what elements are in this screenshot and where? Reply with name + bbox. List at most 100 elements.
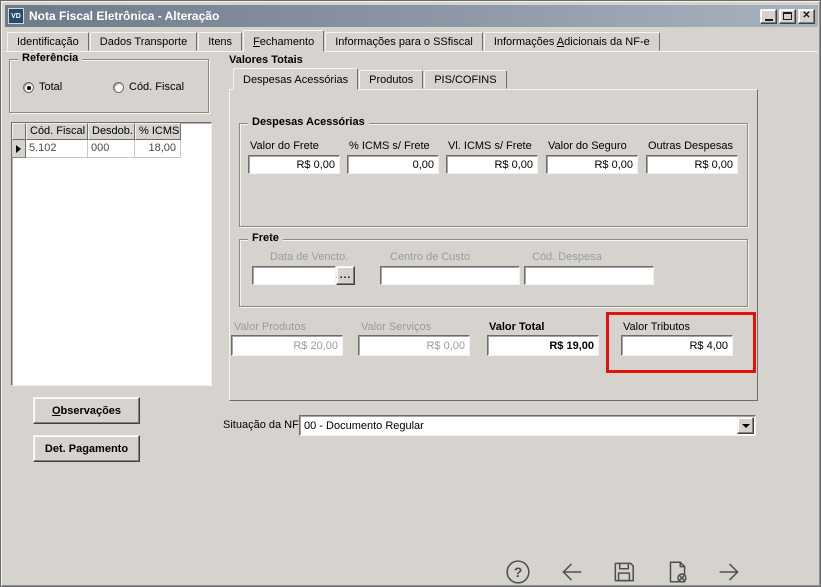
situacao-label: Situação da NF:	[223, 419, 302, 431]
observacoes-label-accel: O	[52, 405, 61, 417]
radio-total-label: Total	[39, 81, 62, 93]
icms-frete-percent-input[interactable]: 0,00	[347, 155, 439, 174]
main-tab-bar: Identificação Dados Transporte Itens Fec…	[7, 30, 661, 51]
valor-seguro-input[interactable]: R$ 0,00	[546, 155, 638, 174]
radio-total[interactable]: Total	[23, 81, 62, 93]
vl-icms-frete-value: R$ 0,00	[494, 159, 533, 171]
icms-frete-percent-label: % ICMS s/ Frete	[349, 140, 430, 152]
tab-label: Informações para o SSfiscal	[335, 36, 473, 48]
vl-icms-frete-input[interactable]: R$ 0,00	[446, 155, 538, 174]
nota-fiscal-window: VD Nota Fiscal Eletrônica - Alteração ✕ …	[0, 0, 821, 587]
cod-despesa-label: Cód. Despesa	[532, 251, 602, 263]
situacao-dropdown-button[interactable]	[737, 417, 754, 434]
data-vencto-picker-button[interactable]: ...	[336, 266, 355, 285]
valor-frete-value: R$ 0,00	[296, 159, 335, 171]
valor-seguro-value: R$ 0,00	[594, 159, 633, 171]
outras-despesas-value: R$ 0,00	[694, 159, 733, 171]
save-button[interactable]	[611, 559, 637, 585]
valor-seguro-label: Valor do Seguro	[548, 140, 627, 152]
tab-itens[interactable]: Itens	[198, 32, 242, 51]
maximize-button[interactable]	[779, 9, 796, 24]
fiscal-grid: Cód. Fiscal Desdob. % ICMS 5.102 000 18,…	[11, 122, 212, 386]
valor-produtos-input: R$ 20,00	[231, 335, 343, 356]
situacao-combobox[interactable]: 00 - Documento Regular	[299, 415, 756, 436]
icms-frete-percent-value: 0,00	[413, 159, 434, 171]
minimize-icon	[765, 19, 773, 21]
det-pagamento-button[interactable]: Det. Pagamento	[33, 435, 140, 462]
valor-tributos-input[interactable]: R$ 4,00	[621, 335, 733, 356]
radio-cod-fiscal[interactable]: Cód. Fiscal	[113, 81, 184, 93]
tab-label-accel: F	[253, 36, 260, 48]
tab-informacoes-adicionais[interactable]: Informações Adicionais da NF-e	[484, 32, 660, 51]
app-icon: VD	[8, 8, 24, 24]
tab-fechamento[interactable]: Fechamento	[243, 30, 324, 52]
maximize-icon	[783, 12, 792, 20]
help-icon: ?	[505, 559, 531, 585]
tab-label: Itens	[208, 36, 232, 48]
subtab-despesas-acessorias[interactable]: Despesas Acessórias	[233, 68, 358, 90]
chevron-down-icon	[742, 424, 750, 428]
grid-row[interactable]: 5.102 000 18,00	[12, 140, 211, 158]
row-selector-icon	[16, 145, 21, 153]
valor-servicos-value: R$ 0,00	[426, 340, 465, 352]
valor-frete-label: Valor do Frete	[250, 140, 319, 152]
grid-header-desdob: Desdob.	[88, 123, 135, 140]
data-vencto-input	[252, 266, 336, 285]
valor-servicos-input: R$ 0,00	[358, 335, 470, 356]
radio-cod-fiscal-label: Cód. Fiscal	[129, 81, 184, 93]
grid-selector-header	[12, 123, 26, 140]
next-button[interactable]	[717, 559, 743, 585]
grid-header-row: Cód. Fiscal Desdob. % ICMS	[12, 123, 211, 140]
tab-identificacao[interactable]: Identificação	[7, 32, 89, 51]
valores-totais-caption: Valores Totais	[229, 54, 303, 66]
observacoes-button[interactable]: Observações	[33, 397, 140, 424]
centro-custo-label: Centro de Custo	[390, 251, 470, 263]
valor-produtos-value: R$ 20,00	[293, 340, 338, 352]
help-button[interactable]: ?	[505, 559, 531, 585]
svg-text:?: ?	[514, 564, 523, 580]
tab-label: Identificação	[17, 36, 79, 48]
window-title: Nota Fiscal Eletrônica - Alteração	[29, 9, 755, 23]
radio-cod-fiscal-icon[interactable]	[113, 82, 124, 93]
valores-sub-tab-bar: Despesas Acessórias Produtos PIS/COFINS	[233, 68, 508, 89]
subtab-produtos[interactable]: Produtos	[359, 70, 423, 89]
valor-total-input[interactable]: R$ 19,00	[487, 335, 599, 356]
grid-cell-cod-fiscal: 5.102	[26, 140, 88, 158]
radio-total-icon[interactable]	[23, 82, 34, 93]
previous-button[interactable]	[558, 559, 584, 585]
tab-informacoes-ssfiscal[interactable]: Informações para o SSfiscal	[325, 32, 483, 51]
ellipsis-icon: ...	[340, 270, 351, 281]
valor-servicos-label: Valor Serviços	[361, 321, 431, 333]
cancel-nfe-button[interactable]	[664, 559, 690, 585]
outras-despesas-input[interactable]: R$ 0,00	[646, 155, 738, 174]
centro-custo-input	[380, 266, 520, 285]
grid-header-icms: % ICMS	[135, 123, 181, 140]
grid-cell-icms: 18,00	[135, 140, 181, 158]
situacao-value: 00 - Documento Regular	[300, 420, 737, 432]
subtab-label: Produtos	[369, 74, 413, 86]
grid-header-cod-fiscal: Cód. Fiscal	[26, 123, 88, 140]
close-button[interactable]: ✕	[798, 9, 815, 24]
arrow-left-icon	[558, 559, 584, 585]
subtab-label: Despesas Acessórias	[243, 74, 348, 86]
save-icon	[611, 559, 637, 585]
tab-dados-transporte[interactable]: Dados Transporte	[90, 32, 197, 51]
referencia-caption: Referência	[18, 52, 82, 64]
data-vencto-label: Data de Vencto.	[270, 251, 348, 263]
close-icon: ✕	[802, 11, 810, 21]
observacoes-label: bservações	[61, 405, 122, 417]
minimize-button[interactable]	[760, 9, 777, 24]
window-controls: ✕	[760, 9, 815, 24]
row-selector-cell	[12, 140, 26, 158]
title-bar[interactable]: VD Nota Fiscal Eletrônica - Alteração ✕	[5, 5, 818, 27]
subtab-label: PIS/COFINS	[434, 74, 496, 86]
valor-total-value: R$ 19,00	[549, 340, 594, 352]
outras-despesas-label: Outras Despesas	[648, 140, 733, 152]
cod-despesa-input	[524, 266, 654, 285]
valor-tributos-label: Valor Tributos	[623, 321, 690, 333]
tab-label: echamento	[260, 36, 314, 48]
tab-label: Dados Transporte	[100, 36, 187, 48]
tab-label: Informações	[494, 36, 557, 48]
subtab-pis-cofins[interactable]: PIS/COFINS	[424, 70, 506, 89]
valor-frete-input[interactable]: R$ 0,00	[248, 155, 340, 174]
